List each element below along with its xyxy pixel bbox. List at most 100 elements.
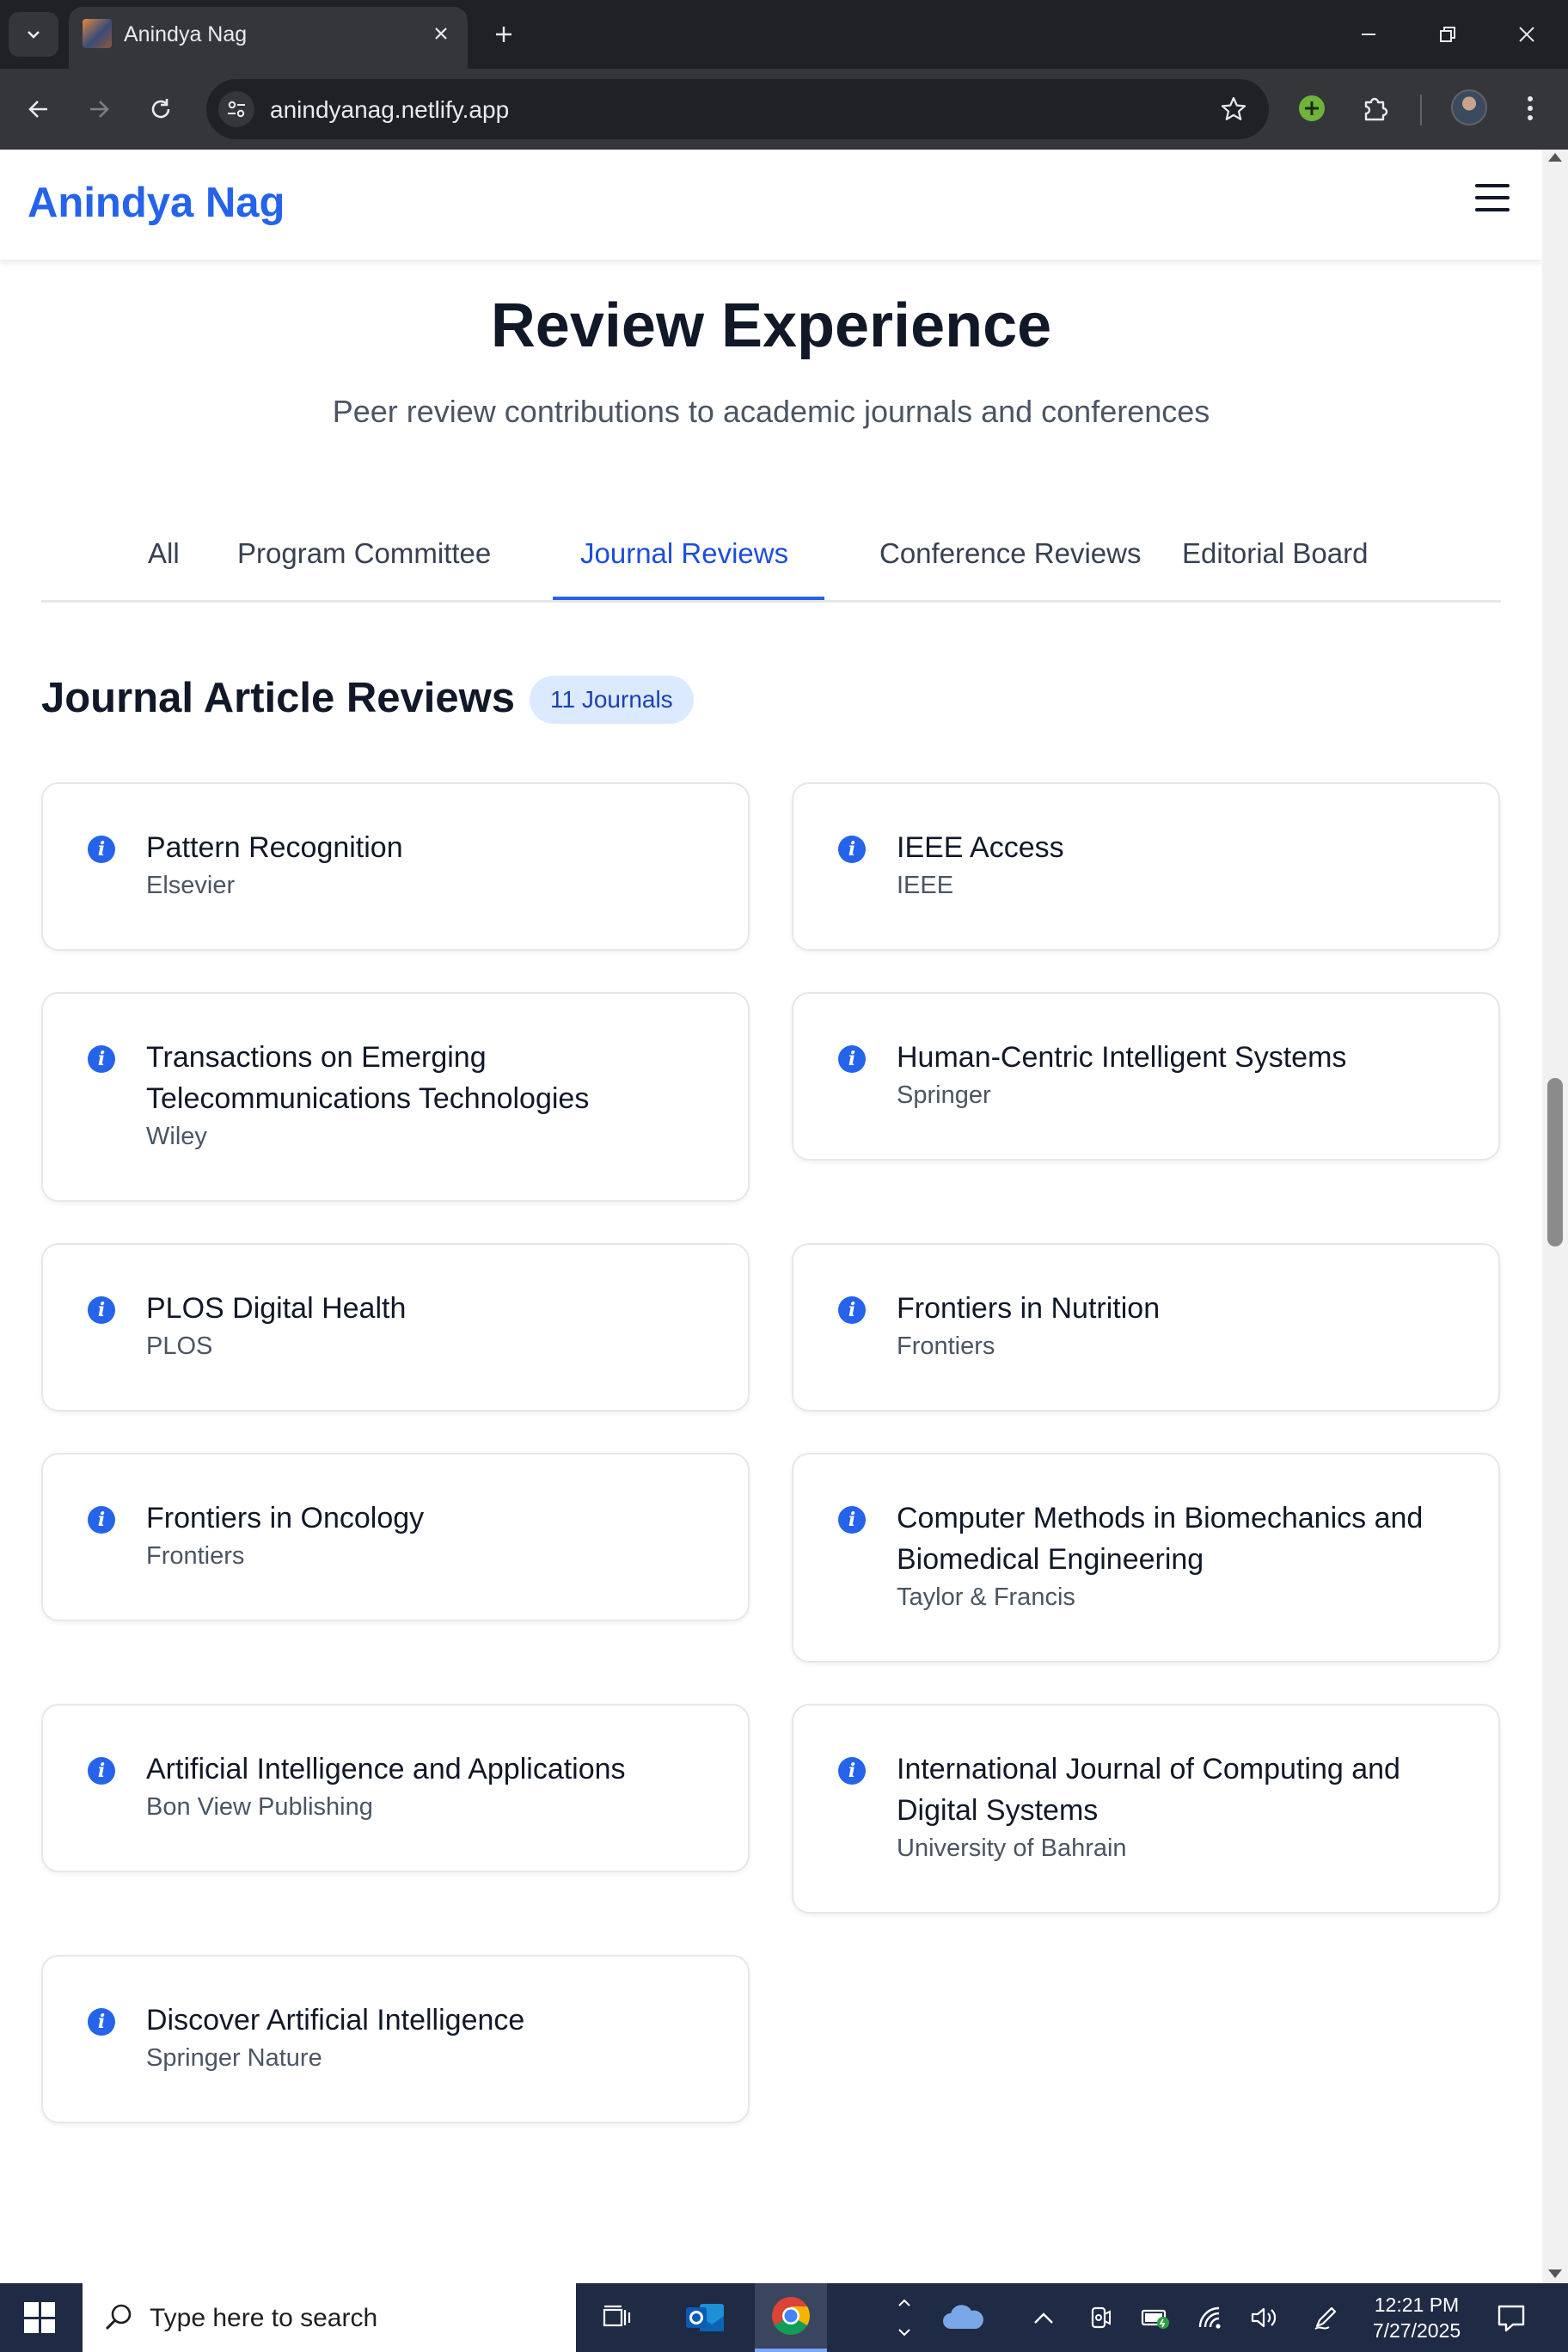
tab-conference-reviews[interactable]: Conference Reviews bbox=[852, 519, 1168, 600]
minimize-button[interactable] bbox=[1350, 15, 1387, 53]
arrow-left-icon bbox=[28, 101, 47, 118]
pen-workspace-button[interactable] bbox=[1310, 2302, 1341, 2333]
tab-search-button[interactable] bbox=[9, 12, 58, 57]
taskbar-clock[interactable]: 12:21 PM 7/27/2025 bbox=[1365, 2292, 1468, 2343]
restore-button[interactable] bbox=[1429, 15, 1467, 53]
site-header: Anindya Nag bbox=[0, 150, 1542, 260]
chrome-app-button[interactable] bbox=[755, 2283, 827, 2352]
menu-toggle-button[interactable] bbox=[1475, 184, 1511, 213]
journal-publisher: Springer Nature bbox=[146, 2044, 322, 2072]
browser-tab[interactable]: Anindya Nag bbox=[69, 7, 468, 69]
notifications-button[interactable] bbox=[1496, 2302, 1527, 2333]
reload-button[interactable] bbox=[141, 89, 181, 129]
windows-logo-icon bbox=[40, 2318, 55, 2333]
profile-avatar[interactable] bbox=[1451, 89, 1487, 126]
tab-editorial-board[interactable]: Editorial Board bbox=[1155, 519, 1395, 600]
task-view-icon bbox=[603, 2305, 631, 2327]
page-scrollbar[interactable] bbox=[1542, 150, 1568, 2283]
clock-date: 7/27/2025 bbox=[1372, 2319, 1461, 2342]
info-icon: i bbox=[88, 1296, 115, 1324]
plus-icon bbox=[496, 27, 511, 42]
journal-card[interactable]: i Computer Methods in Biomechanics and B… bbox=[792, 1453, 1500, 1663]
window-close-button[interactable] bbox=[1508, 15, 1546, 53]
close-icon bbox=[435, 28, 447, 40]
task-view-button[interactable] bbox=[581, 2283, 653, 2352]
journal-card[interactable]: i Frontiers in Nutrition Frontiers bbox=[792, 1243, 1500, 1412]
tab-close-button[interactable] bbox=[426, 19, 456, 48]
reload-icon bbox=[151, 99, 170, 119]
site-info-button[interactable] bbox=[218, 91, 254, 127]
tune-icon bbox=[228, 101, 245, 118]
journal-publisher: Elsevier bbox=[146, 872, 236, 899]
cloud-icon bbox=[943, 2305, 983, 2329]
scroll-up-arrow-icon[interactable] bbox=[1548, 153, 1562, 162]
speaker-icon bbox=[1251, 2307, 1277, 2328]
back-button[interactable] bbox=[19, 89, 58, 129]
forward-button[interactable] bbox=[79, 89, 119, 129]
journal-card[interactable]: i Pattern Recognition Elsevier bbox=[41, 782, 750, 951]
tab-journal-reviews[interactable]: Journal Reviews bbox=[553, 519, 824, 600]
battery-charging-icon bbox=[1141, 2309, 1169, 2329]
hamburger-icon bbox=[1475, 208, 1510, 211]
address-bar[interactable]: anindyanag.netlify.app bbox=[206, 79, 1269, 139]
tab-all[interactable]: All bbox=[120, 519, 207, 600]
scroll-down-arrow-icon[interactable] bbox=[1548, 2269, 1562, 2278]
taskbar-search-box[interactable]: Type here to search bbox=[83, 2283, 576, 2352]
browser-menu-button[interactable] bbox=[1510, 88, 1551, 129]
site-brand-link[interactable]: Anindya Nag bbox=[28, 179, 285, 227]
info-icon: i bbox=[838, 1506, 866, 1534]
journal-card[interactable]: i Discover Artificial Intelligence Sprin… bbox=[41, 1955, 750, 2123]
hamburger-icon bbox=[1475, 196, 1510, 199]
browser-tabstrip: Anindya Nag bbox=[0, 0, 1568, 69]
windows-logo-icon bbox=[24, 2302, 39, 2317]
bookmark-button[interactable] bbox=[1217, 93, 1250, 126]
review-tabs: All Program Committee Journal Reviews Co… bbox=[41, 519, 1501, 603]
taskbar-search-placeholder: Type here to search bbox=[150, 2304, 378, 2332]
tab-program-committee[interactable]: Program Committee bbox=[210, 519, 518, 600]
journal-title: International Journal of Computing and D… bbox=[897, 1753, 1400, 1827]
journal-publisher: PLOS bbox=[146, 1332, 213, 1360]
browser-toolbar: anindyanag.netlify.app bbox=[0, 69, 1568, 150]
journal-count-badge: 11 Journals bbox=[530, 676, 694, 724]
taskbar-overflow-arrows[interactable] bbox=[885, 2283, 923, 2352]
info-icon: i bbox=[88, 1757, 115, 1785]
journal-card[interactable]: i PLOS Digital Health PLOS bbox=[41, 1243, 750, 1412]
journal-publisher: Bon View Publishing bbox=[146, 1793, 373, 1821]
info-icon: i bbox=[88, 2008, 115, 2036]
volume-button[interactable] bbox=[1248, 2302, 1279, 2333]
more-vertical-icon bbox=[1528, 96, 1533, 120]
show-hidden-icons-button[interactable] bbox=[1028, 2302, 1059, 2333]
journal-title: Frontiers in Oncology bbox=[146, 1502, 425, 1534]
battery-button[interactable] bbox=[1140, 2302, 1171, 2333]
clock-time: 12:21 PM bbox=[1374, 2294, 1460, 2316]
journal-card[interactable]: i Frontiers in Oncology Frontiers bbox=[41, 1453, 750, 1621]
journal-card[interactable]: i IEEE Access IEEE bbox=[792, 782, 1500, 951]
info-icon: i bbox=[838, 1296, 866, 1324]
url-text: anindyanag.netlify.app bbox=[270, 96, 510, 123]
outlook-app-button[interactable] bbox=[669, 2283, 741, 2352]
info-icon: i bbox=[838, 1045, 866, 1073]
journal-card[interactable]: i Transactions on Emerging Telecommunica… bbox=[41, 992, 750, 1202]
network-button[interactable] bbox=[1195, 2302, 1226, 2333]
tray-meet-button[interactable] bbox=[1085, 2302, 1116, 2333]
journal-publisher: Frontiers bbox=[897, 1332, 995, 1360]
new-tab-button[interactable] bbox=[485, 15, 523, 53]
scrollbar-thumb[interactable] bbox=[1547, 1078, 1563, 1246]
page-viewport: Anindya Nag Review Experience Peer revie… bbox=[0, 150, 1542, 2283]
extension-button[interactable] bbox=[1291, 88, 1332, 129]
journal-publisher: Frontiers bbox=[146, 1542, 245, 1570]
onedrive-button[interactable] bbox=[940, 2302, 985, 2333]
info-icon: i bbox=[88, 1506, 115, 1534]
journal-title: PLOS Digital Health bbox=[146, 1292, 407, 1325]
pen-icon bbox=[1314, 2306, 1337, 2330]
journal-card[interactable]: i International Journal of Computing and… bbox=[792, 1704, 1500, 1914]
journal-card[interactable]: i Artificial Intelligence and Applicatio… bbox=[41, 1704, 750, 1872]
extensions-menu-button[interactable] bbox=[1355, 88, 1396, 129]
windows-taskbar: Type here to search 12:21 PM 7/27/2025 bbox=[0, 2283, 1568, 2352]
windows-start-button[interactable] bbox=[24, 2302, 55, 2333]
chevron-down-icon bbox=[28, 31, 40, 39]
wifi-icon bbox=[1198, 2306, 1221, 2329]
journal-publisher: IEEE bbox=[897, 872, 954, 899]
journal-card[interactable]: i Human-Centric Intelligent Systems Spri… bbox=[792, 992, 1500, 1161]
video-camera-icon bbox=[1091, 2306, 1111, 2329]
